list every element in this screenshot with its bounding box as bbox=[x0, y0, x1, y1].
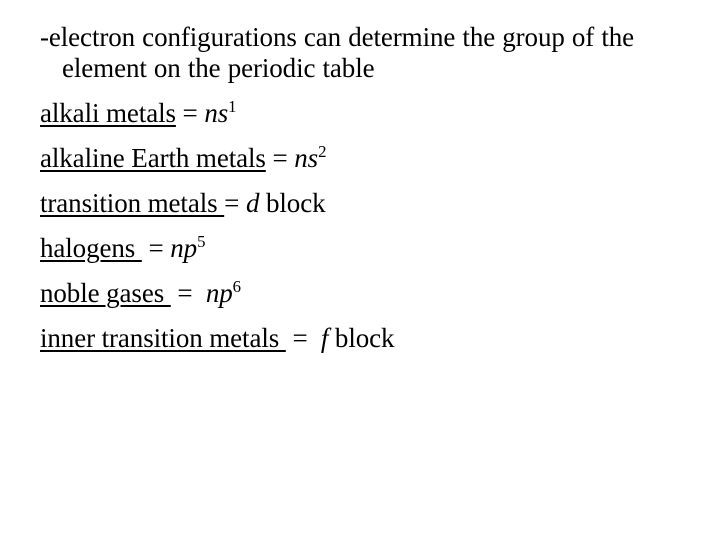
equals-sign: = bbox=[175, 98, 205, 128]
definition-alkali-metals: alkali metals = ns1 bbox=[40, 91, 690, 136]
term-alkaline-earth-metals: alkaline Earth metals bbox=[40, 143, 266, 173]
config-superscript: 5 bbox=[197, 232, 206, 251]
config-superscript: 2 bbox=[318, 142, 327, 161]
config-base: ns bbox=[294, 143, 319, 173]
term-inner-transition-metals: inner transition metals bbox=[40, 323, 286, 353]
equals-sign: = bbox=[285, 323, 321, 353]
config-superscript: 1 bbox=[228, 97, 237, 116]
definition-noble-gases: noble gases = np6 bbox=[40, 271, 690, 316]
definition-inner-transition-metals: inner transition metals = f block bbox=[40, 316, 690, 361]
config-base: d bbox=[245, 188, 260, 218]
intro-paragraph: -electron configurations can determine t… bbox=[40, 22, 690, 84]
config-base: ns bbox=[204, 98, 229, 128]
config-suffix: block bbox=[259, 188, 326, 218]
definition-transition-metals: transition metals = d block bbox=[40, 181, 690, 226]
slide-canvas: -electron configurations can determine t… bbox=[0, 0, 720, 540]
equals-sign: = bbox=[141, 233, 171, 263]
term-noble-gases: noble gases bbox=[40, 278, 171, 308]
equals-sign: = bbox=[224, 188, 246, 218]
definition-alkaline-earth-metals: alkaline Earth metals = ns2 bbox=[40, 136, 690, 181]
equals-sign: = bbox=[265, 143, 295, 173]
config-suffix: block bbox=[328, 323, 395, 353]
intro-line-1: -electron configurations can determine t… bbox=[40, 22, 565, 52]
slide-body: -electron configurations can determine t… bbox=[40, 22, 690, 361]
term-alkali-metals: alkali metals bbox=[40, 98, 176, 128]
equals-sign: = bbox=[170, 278, 206, 308]
config-base: np bbox=[170, 233, 198, 263]
config-base: np bbox=[205, 278, 233, 308]
definition-halogens: halogens = np5 bbox=[40, 226, 690, 271]
term-halogens: halogens bbox=[40, 233, 142, 263]
config-superscript: 6 bbox=[232, 277, 241, 296]
term-transition-metals: transition metals bbox=[40, 188, 225, 218]
